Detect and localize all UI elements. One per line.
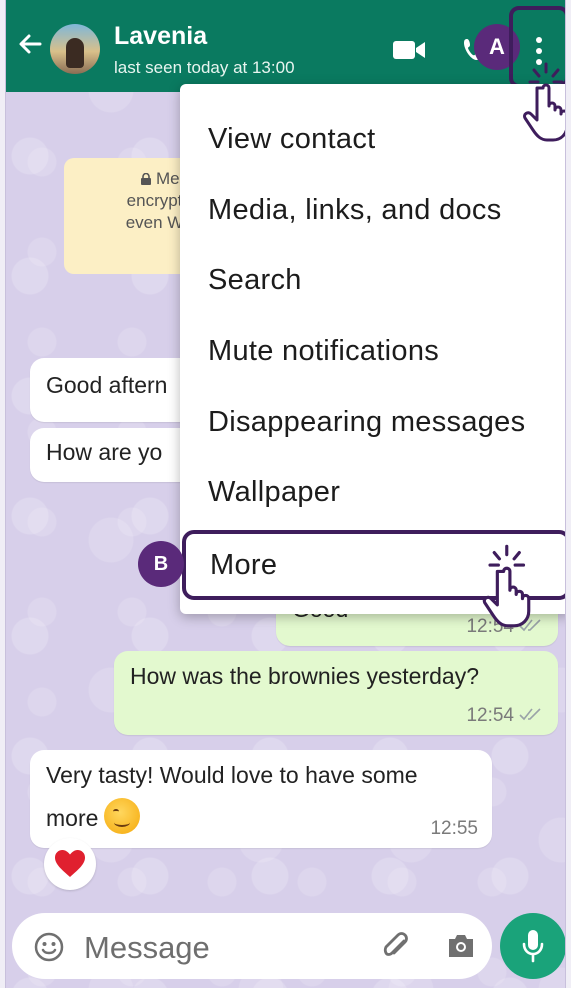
avatar[interactable] — [50, 24, 100, 74]
video-call-icon[interactable] — [392, 38, 426, 62]
back-arrow-icon[interactable] — [14, 28, 46, 60]
microphone-icon — [522, 930, 544, 963]
camera-icon[interactable] — [446, 933, 476, 959]
smiling-face-emoji-icon — [104, 798, 141, 834]
message-bubble[interactable]: Very tasty! Would love to have some more… — [30, 750, 492, 848]
message-text: Good aftern — [46, 372, 168, 398]
menu-item-view-contact[interactable]: View contact — [180, 104, 565, 174]
attachment-icon[interactable] — [382, 931, 412, 963]
menu-item-search[interactable]: Search — [180, 245, 565, 315]
message-time: 12:55 — [430, 818, 478, 839]
message-composer — [12, 913, 492, 979]
message-time: 12:54 — [466, 705, 544, 727]
heart-reaction[interactable] — [44, 838, 96, 890]
voice-message-button[interactable] — [500, 913, 565, 979]
tap-hand-icon — [523, 62, 565, 142]
message-text: How are yo — [46, 439, 163, 465]
message-text: How was the brownies yesterday? — [130, 663, 479, 689]
overflow-menu: View contact Media, links, and docs Sear… — [180, 84, 565, 614]
read-receipt-icon — [519, 708, 541, 721]
step-b-badge: B — [138, 541, 184, 587]
menu-item-wallpaper[interactable]: Wallpaper — [180, 457, 565, 527]
message-text-line2: more — [46, 798, 141, 834]
contact-name[interactable]: Lavenia — [114, 22, 207, 51]
emoji-icon[interactable] — [34, 932, 64, 962]
chat-header: Lavenia last seen today at 13:00 A — [6, 0, 565, 92]
menu-item-disappearing-messages[interactable]: Disappearing messages — [180, 387, 565, 457]
message-input[interactable] — [82, 925, 366, 971]
chat-screen: Lavenia last seen today at 13:00 A Mes e… — [6, 0, 565, 988]
tap-hand-icon — [482, 544, 531, 628]
menu-item-mute-notifications[interactable]: Mute notifications — [180, 316, 565, 386]
menu-item-media-links-docs[interactable]: Media, links, and docs — [180, 175, 565, 245]
message-text: Very tasty! Would love to have some — [46, 762, 418, 788]
lock-icon — [140, 173, 151, 185]
message-bubble[interactable]: How was the brownies yesterday? 12:54 — [114, 651, 558, 735]
heart-icon — [55, 850, 85, 877]
last-seen-status: last seen today at 13:00 — [114, 58, 295, 77]
